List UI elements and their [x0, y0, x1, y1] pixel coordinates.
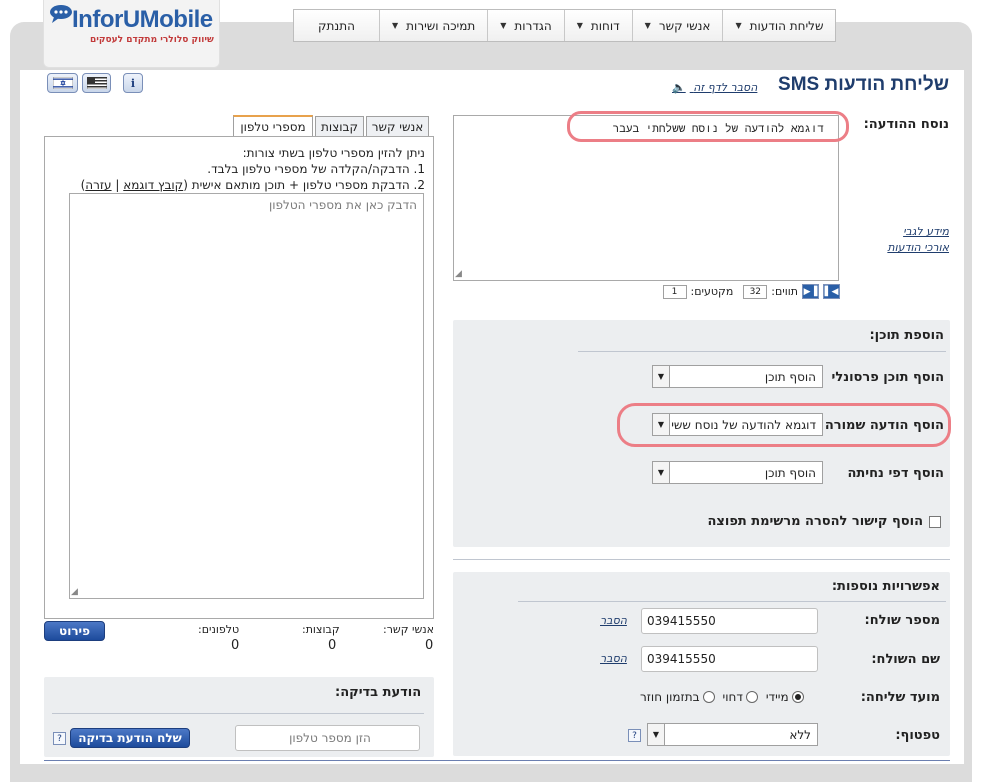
- radio-icon[interactable]: [745, 691, 758, 703]
- explain-page-link[interactable]: הסבר לדף זה 🔈: [672, 81, 757, 94]
- bottom-divider: [44, 760, 950, 761]
- nav-send-messages[interactable]: שליחת הודעות ▼: [722, 10, 835, 41]
- message-length-link[interactable]: אורכי הודעות: [887, 241, 949, 254]
- nav-contacts[interactable]: אנשי קשר ▼: [631, 10, 723, 41]
- send-time-immediate[interactable]: מיידי: [766, 690, 804, 704]
- count-contacts-label: אנשי קשר:: [383, 623, 435, 636]
- nav-settings[interactable]: הגדרות ▼: [487, 10, 563, 41]
- landing-page-select[interactable]: הוסף תוכן ▼: [652, 461, 823, 484]
- unsubscribe-option[interactable]: הוסף קישור להסרה מרשימת תפוצה: [707, 514, 941, 529]
- recipients-panel: ניתן להזין מספרי טלפון בשתי צורות: 1. הד…: [44, 136, 434, 619]
- resize-handle-icon[interactable]: ◢: [71, 587, 78, 597]
- test-help-icon[interactable]: ?: [53, 732, 66, 745]
- rtl-button[interactable]: ◀▌: [823, 284, 840, 299]
- chevron-down-icon: ▼: [500, 21, 507, 30]
- radio-icon[interactable]: [702, 691, 715, 703]
- personal-content-label: הוסף תוכן פרסונלי: [831, 370, 944, 385]
- ltr-button[interactable]: ▐▶: [802, 284, 819, 299]
- english-language-button[interactable]: [82, 73, 111, 93]
- info-icon: i: [130, 76, 136, 90]
- logo-tagline: שיווק סלולרי מתקדם לעסקים: [90, 35, 214, 45]
- logo[interactable]: InforUMobile שיווק סלולרי מתקדם לעסקים: [43, 0, 220, 68]
- divider: [518, 601, 946, 602]
- sender-number-explain-link[interactable]: הסבר: [600, 614, 627, 627]
- phone-numbers-textarea[interactable]: הדבק כאן את מספרי הטלפון ◢: [69, 193, 424, 599]
- send-time-delayed[interactable]: דחוי: [723, 690, 758, 704]
- send-time-options: מיידי דחוי בתזמון חוזר: [640, 690, 804, 704]
- divider: [453, 559, 950, 560]
- tab-contacts[interactable]: אנשי קשר: [366, 116, 429, 136]
- count-contacts-value: 0: [425, 638, 434, 653]
- saved-message-highlight: [617, 403, 951, 447]
- drip-select[interactable]: ללא ▼: [647, 723, 818, 746]
- count-groups-value: 0: [328, 638, 337, 653]
- speech-bubble-icon: [50, 5, 72, 23]
- segments-label: מקטעים:: [690, 285, 734, 298]
- message-label: נוסח ההודעה:: [863, 117, 949, 132]
- recipients-line2: 2. הדבקת מספרי טלפון + תוכן מותאם אישית …: [80, 178, 425, 192]
- send-time-label: מועד שליחה:: [860, 690, 940, 705]
- sample-file-link[interactable]: קובץ דוגמא: [123, 178, 183, 192]
- count-phones-value: 0: [231, 638, 240, 653]
- drip-label: טפטוף:: [895, 728, 940, 743]
- count-phones-label: טלפונים:: [198, 623, 240, 636]
- chevron-down-icon: ▼: [653, 462, 670, 483]
- more-options-title: אפשרויות נוספות:: [831, 579, 940, 594]
- nav-support[interactable]: תמיכה ושירות ▼: [379, 10, 487, 41]
- chevron-down-icon: ▼: [392, 21, 399, 30]
- radio-selected-icon[interactable]: [791, 691, 804, 703]
- nav-reports[interactable]: דוחות ▼: [563, 10, 632, 41]
- info-button[interactable]: i: [123, 73, 143, 93]
- divider: [52, 713, 424, 714]
- tab-groups[interactable]: קבוצות: [315, 116, 364, 136]
- chars-value: 32: [743, 284, 768, 299]
- drip-help-icon[interactable]: ?: [628, 729, 641, 742]
- sender-name-explain-link[interactable]: הסבר: [600, 652, 627, 665]
- test-phone-input[interactable]: הזן מספר טלפון: [235, 725, 420, 751]
- speaker-icon: 🔈: [672, 81, 686, 94]
- help-link[interactable]: עזרה: [85, 178, 111, 192]
- landing-page-label: הוסף דפי נחיתה: [847, 466, 944, 481]
- nav-logout[interactable]: התנתק: [294, 10, 379, 41]
- us-flag-icon: [86, 77, 107, 89]
- unsubscribe-checkbox[interactable]: [929, 515, 941, 528]
- details-button[interactable]: פירוט: [44, 621, 105, 641]
- tab-phone-numbers[interactable]: מספרי טלפון: [233, 115, 313, 136]
- page-title: שליחת הודעות SMS: [778, 74, 949, 95]
- send-time-recurring[interactable]: בתזמון חוזר: [640, 690, 715, 704]
- personal-content-select[interactable]: הוסף תוכן ▼: [652, 365, 823, 388]
- resize-handle-icon[interactable]: ◢: [455, 269, 462, 279]
- segments-value: 1: [662, 284, 687, 299]
- legal-info-link[interactable]: מידע לגבי: [903, 225, 949, 238]
- hebrew-language-button[interactable]: [47, 73, 78, 93]
- chevron-down-icon: ▼: [648, 724, 665, 745]
- divider: [578, 351, 946, 352]
- test-message-title: הודעת בדיקה:: [335, 685, 422, 700]
- top-nav: שליחת הודעות ▼ אנשי קשר ▼ דוחות ▼ הגדרות ▼ ת…: [293, 9, 837, 42]
- message-highlight: [567, 111, 849, 142]
- add-content-title: הוספת תוכן:: [869, 328, 944, 343]
- phone-numbers-placeholder: הדבק כאן את מספרי הטלפון: [268, 198, 417, 212]
- israel-flag-icon: [52, 77, 73, 89]
- sender-name-label: שם השולח:: [871, 652, 940, 667]
- chevron-down-icon: ▼: [576, 21, 583, 30]
- logo-text: InforUMobile: [72, 6, 213, 33]
- recipients-line1: 1. הדבקה/הקלדה של מספרי טלפון בלבד.: [207, 162, 425, 176]
- sender-number-label: מספר שולח:: [864, 613, 940, 628]
- message-counters: ◀▌ ▐▶ תווים: 32 מקטעים: 1: [650, 283, 840, 300]
- chars-label: תווים:: [771, 285, 798, 298]
- chevron-down-icon: ▼: [653, 366, 670, 387]
- count-groups-label: קבוצות:: [302, 623, 340, 636]
- chevron-down-icon: ▼: [735, 21, 742, 30]
- recipients-intro: ניתן להזין מספרי טלפון בשתי צורות:: [242, 146, 425, 160]
- send-test-message-button[interactable]: שלח הודעת בדיקה: [70, 728, 190, 748]
- chevron-down-icon: ▼: [644, 21, 651, 30]
- sender-number-input[interactable]: 039415550: [641, 608, 818, 634]
- sender-name-input[interactable]: 039415550: [641, 646, 818, 672]
